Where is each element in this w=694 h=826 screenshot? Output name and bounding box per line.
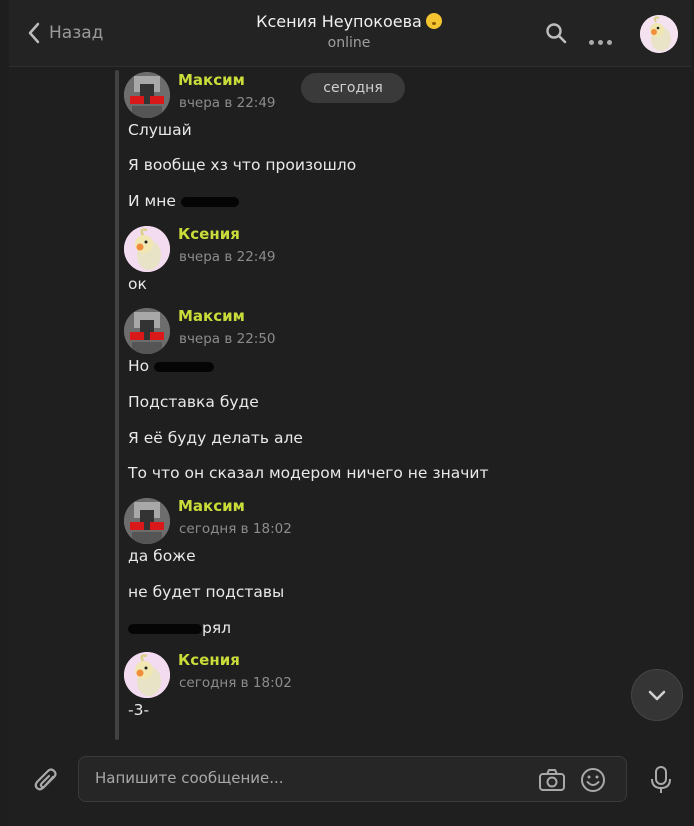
chevron-down-icon — [648, 690, 666, 701]
paperclip-icon — [34, 768, 57, 791]
pixel-avatar-image — [124, 498, 170, 544]
contact-avatar[interactable] — [640, 15, 678, 53]
more-button[interactable] — [589, 30, 616, 49]
back-label: Назад — [49, 23, 104, 43]
avatar[interactable] — [124, 498, 170, 544]
avatar[interactable] — [124, 226, 170, 272]
message-text: Подставка буде — [128, 393, 259, 411]
message-text: И мне — [128, 192, 239, 210]
message-time: сегодня в 18:02 — [179, 521, 292, 537]
date-separator: сегодня — [301, 73, 405, 103]
message-author[interactable]: Ксения — [178, 225, 240, 243]
chat-header: Назад Ксения Неупокоева online — [9, 0, 691, 67]
message-time: сегодня в 18:02 — [179, 675, 292, 691]
message-author[interactable]: Максим — [178, 307, 245, 325]
pixel-avatar-image — [124, 72, 170, 118]
message-text: -3- — [128, 701, 150, 719]
message-text: Слушай — [128, 121, 192, 139]
smile-icon — [581, 768, 605, 792]
chat-window — [9, 0, 691, 826]
emoji-button[interactable] — [580, 767, 606, 797]
voice-message-button[interactable] — [650, 765, 672, 799]
chat-title: Ксения Неупокоева — [199, 12, 499, 31]
message-text: Я её буду делать але — [128, 429, 303, 447]
camera-icon — [539, 769, 565, 791]
message-time: вчера в 22:49 — [179, 95, 276, 111]
scroll-down-button[interactable] — [631, 669, 683, 721]
cockatiel-avatar-image — [124, 226, 170, 272]
thread-line — [115, 70, 119, 740]
message-author[interactable]: Ксения — [178, 651, 240, 669]
censor-blot — [180, 196, 239, 207]
message-author[interactable]: Максим — [178, 71, 245, 89]
attach-button[interactable] — [33, 766, 59, 798]
cockatiel-avatar-image — [640, 15, 678, 53]
censor-blot — [128, 623, 202, 634]
microphone-icon — [651, 766, 671, 793]
message-text: То что он сказал модером ничего не значи… — [128, 464, 489, 482]
back-button[interactable]: Назад — [27, 20, 103, 46]
camera-button[interactable] — [538, 768, 566, 796]
censor-blot — [154, 361, 215, 372]
message-text: рял — [128, 619, 231, 637]
message-text: ок — [128, 275, 147, 293]
avatar[interactable] — [124, 72, 170, 118]
avatar[interactable] — [124, 308, 170, 354]
avatar[interactable] — [124, 652, 170, 698]
cockatiel-avatar-image — [124, 652, 170, 698]
message-time: вчера в 22:50 — [179, 331, 276, 347]
pixel-avatar-image — [124, 308, 170, 354]
message-text: да боже — [128, 547, 196, 565]
message-input-placeholder: Напишите сообщение... — [95, 769, 284, 787]
online-status: online — [327, 35, 371, 51]
message-text: не будет подставы — [128, 583, 285, 601]
emoji-icon — [425, 13, 442, 29]
search-button[interactable] — [545, 22, 567, 48]
message-text: Я вообще хз что произошло — [128, 156, 357, 174]
message-author[interactable]: Максим — [178, 497, 245, 515]
search-icon — [546, 23, 567, 44]
message-time: вчера в 22:49 — [179, 249, 276, 265]
message-text: Но — [128, 357, 215, 375]
more-horizontal-icon — [589, 40, 594, 45]
chat-title-block[interactable]: Ксения Неупокоева online — [199, 12, 499, 51]
chevron-left-icon — [28, 22, 40, 44]
